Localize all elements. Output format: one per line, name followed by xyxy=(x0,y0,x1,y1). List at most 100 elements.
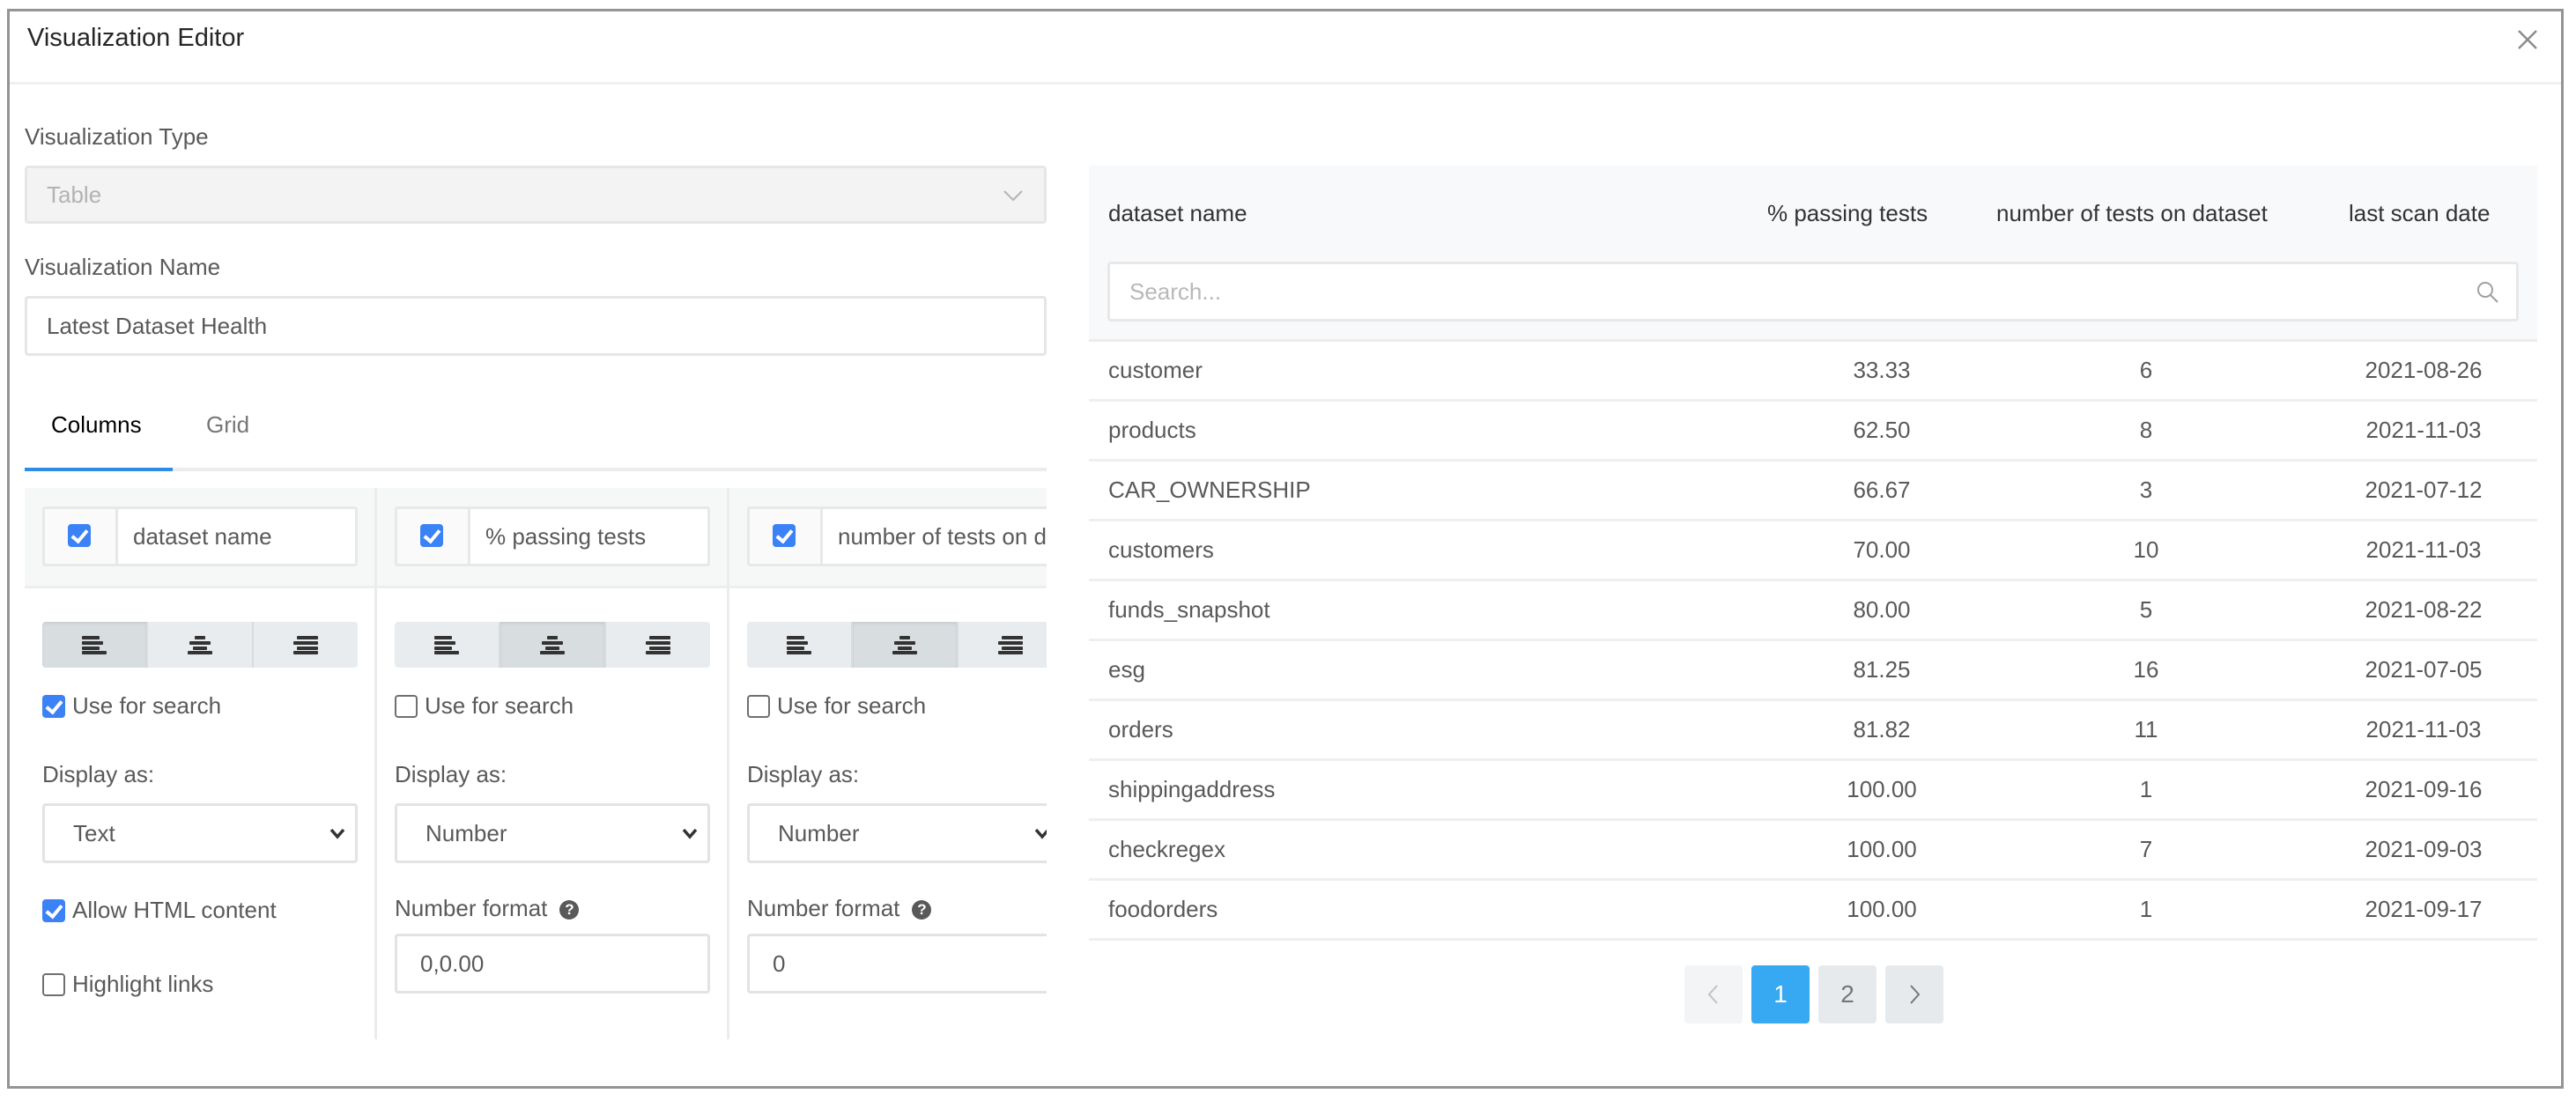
prev-page-button[interactable] xyxy=(1684,965,1743,1023)
number-format-value: 0,0.00 xyxy=(420,950,485,977)
cell-last-scan-date: 2021-09-16 xyxy=(2365,776,2483,802)
column-visible-checkbox[interactable] xyxy=(773,524,796,547)
display-as-value: Text xyxy=(73,820,115,846)
allow-html-toggle[interactable]: Allow HTML content xyxy=(42,897,277,924)
align-right-button[interactable] xyxy=(606,622,710,668)
column-panel: dataset name Use for search Display as: … xyxy=(25,488,377,1039)
tab-active-indicator xyxy=(25,468,173,471)
editor-tabs: Columns Grid xyxy=(25,386,1047,471)
use-for-search-checkbox[interactable] xyxy=(395,694,418,718)
use-for-search-toggle[interactable]: Use for search xyxy=(747,692,926,720)
use-for-search-label: Use for search xyxy=(425,692,574,719)
cell-dataset-name: shippingaddress xyxy=(1108,776,1276,802)
visualization-type-select[interactable]: Table xyxy=(25,166,1047,224)
tab-grid[interactable]: Grid xyxy=(206,409,249,440)
search-icon xyxy=(2477,282,2498,303)
next-page-button[interactable] xyxy=(1885,965,1943,1023)
cell-number-of-tests: 16 xyxy=(2133,656,2159,683)
use-for-search-label: Use for search xyxy=(72,692,222,719)
table-row: CAR_OWNERSHIP 66.67 3 2021-07-12 xyxy=(1089,462,2537,521)
cell-number-of-tests: 1 xyxy=(2139,776,2153,802)
column-header-dataset-name[interactable]: dataset name xyxy=(1108,197,1247,229)
cell-passing-tests: 33.33 xyxy=(1853,357,1911,383)
use-for-search-toggle[interactable]: Use for search xyxy=(42,692,221,720)
column-name: % passing tests xyxy=(485,523,647,550)
cell-number-of-tests: 10 xyxy=(2133,536,2159,563)
visualization-type-label: Visualization Type xyxy=(25,123,209,150)
cell-passing-tests: 100.00 xyxy=(1847,896,1917,922)
align-right-button[interactable] xyxy=(959,622,1047,668)
highlight-links-toggle[interactable]: Highlight links xyxy=(42,971,213,998)
visibility-cell xyxy=(45,509,118,564)
align-center-button[interactable] xyxy=(500,622,606,668)
column-header-last-scan-date[interactable]: last scan date xyxy=(2349,197,2490,229)
highlight-links-checkbox[interactable] xyxy=(42,972,65,996)
column-visible-checkbox[interactable] xyxy=(420,524,443,547)
page-button-1[interactable]: 1 xyxy=(1751,965,1810,1023)
column-name-field[interactable]: % passing tests xyxy=(395,506,710,566)
cell-dataset-name: customer xyxy=(1108,357,1203,383)
cell-number-of-tests: 5 xyxy=(2139,596,2153,623)
number-format-value: 0 xyxy=(773,950,786,977)
align-center-button[interactable] xyxy=(148,622,254,668)
column-panel-header: number of tests on dataset xyxy=(729,488,1047,588)
number-format-input[interactable]: 0 xyxy=(747,934,1047,994)
align-center-button[interactable] xyxy=(853,622,959,668)
cell-dataset-name: funds_snapshot xyxy=(1108,596,1270,623)
table-row: checkregex 100.00 7 2021-09-03 xyxy=(1089,821,2537,881)
display-as-select[interactable]: Number xyxy=(395,803,710,863)
number-format-text: Number format xyxy=(395,895,548,921)
use-for-search-toggle[interactable]: Use for search xyxy=(395,692,574,720)
modal-header: Visualization Editor xyxy=(10,11,2561,85)
table-search-input[interactable]: Search... xyxy=(1107,262,2519,321)
visualization-name-input[interactable]: Latest Dataset Health xyxy=(25,296,1047,356)
page-button-2[interactable]: 2 xyxy=(1818,965,1876,1023)
highlight-links-label: Highlight links xyxy=(72,971,214,997)
column-header-number-of-tests[interactable]: number of tests on dataset xyxy=(1996,197,2268,229)
cell-dataset-name: products xyxy=(1108,417,1196,443)
chevron-right-icon xyxy=(1910,985,1921,1004)
display-as-label: Display as: xyxy=(395,761,507,787)
align-left-button[interactable] xyxy=(747,622,853,668)
allow-html-label: Allow HTML content xyxy=(72,897,277,923)
close-button[interactable] xyxy=(2510,22,2545,57)
number-format-input[interactable]: 0,0.00 xyxy=(395,934,710,994)
column-name-field[interactable]: dataset name xyxy=(42,506,358,566)
align-left-button[interactable] xyxy=(42,622,148,668)
visualization-name-label: Visualization Name xyxy=(25,254,221,280)
help-icon[interactable]: ? xyxy=(559,900,580,920)
allow-html-checkbox[interactable] xyxy=(42,898,65,922)
tab-columns[interactable]: Columns xyxy=(51,409,142,440)
table-row: customers 70.00 10 2021-11-03 xyxy=(1089,521,2537,581)
align-center-icon xyxy=(188,636,212,654)
column-name: number of tests on dataset xyxy=(838,523,1047,550)
column-name-field[interactable]: number of tests on dataset xyxy=(747,506,1047,566)
align-right-icon xyxy=(646,636,670,654)
table-row: shippingaddress 100.00 1 2021-09-16 xyxy=(1089,761,2537,821)
number-format-text: Number format xyxy=(747,895,900,921)
cell-dataset-name: customers xyxy=(1108,536,1214,563)
cell-number-of-tests: 7 xyxy=(2139,836,2153,862)
help-icon[interactable]: ? xyxy=(912,900,932,920)
align-left-icon xyxy=(787,636,811,654)
column-visible-checkbox[interactable] xyxy=(68,524,91,547)
display-as-select[interactable]: Number xyxy=(747,803,1047,863)
alignment-group xyxy=(395,622,710,668)
column-header-passing-tests[interactable]: % passing tests xyxy=(1767,197,1928,229)
search-placeholder: Search... xyxy=(1129,278,1222,305)
align-left-button[interactable] xyxy=(395,622,500,668)
use-for-search-label: Use for search xyxy=(777,692,927,719)
chevron-down-icon xyxy=(1003,190,1023,202)
table-row: funds_snapshot 80.00 5 2021-08-22 xyxy=(1089,581,2537,641)
use-for-search-checkbox[interactable] xyxy=(747,694,770,718)
display-as-label: Display as: xyxy=(42,761,155,787)
cell-passing-tests: 100.00 xyxy=(1847,776,1917,802)
table-row: foodorders 100.00 1 2021-09-17 xyxy=(1089,881,2537,941)
display-as-select[interactable]: Text xyxy=(42,803,358,863)
align-right-button[interactable] xyxy=(254,622,358,668)
use-for-search-checkbox[interactable] xyxy=(42,694,65,718)
cell-last-scan-date: 2021-11-03 xyxy=(2365,536,2482,563)
column-name: dataset name xyxy=(133,523,272,550)
cell-number-of-tests: 3 xyxy=(2139,477,2153,503)
cell-dataset-name: foodorders xyxy=(1108,896,1218,922)
